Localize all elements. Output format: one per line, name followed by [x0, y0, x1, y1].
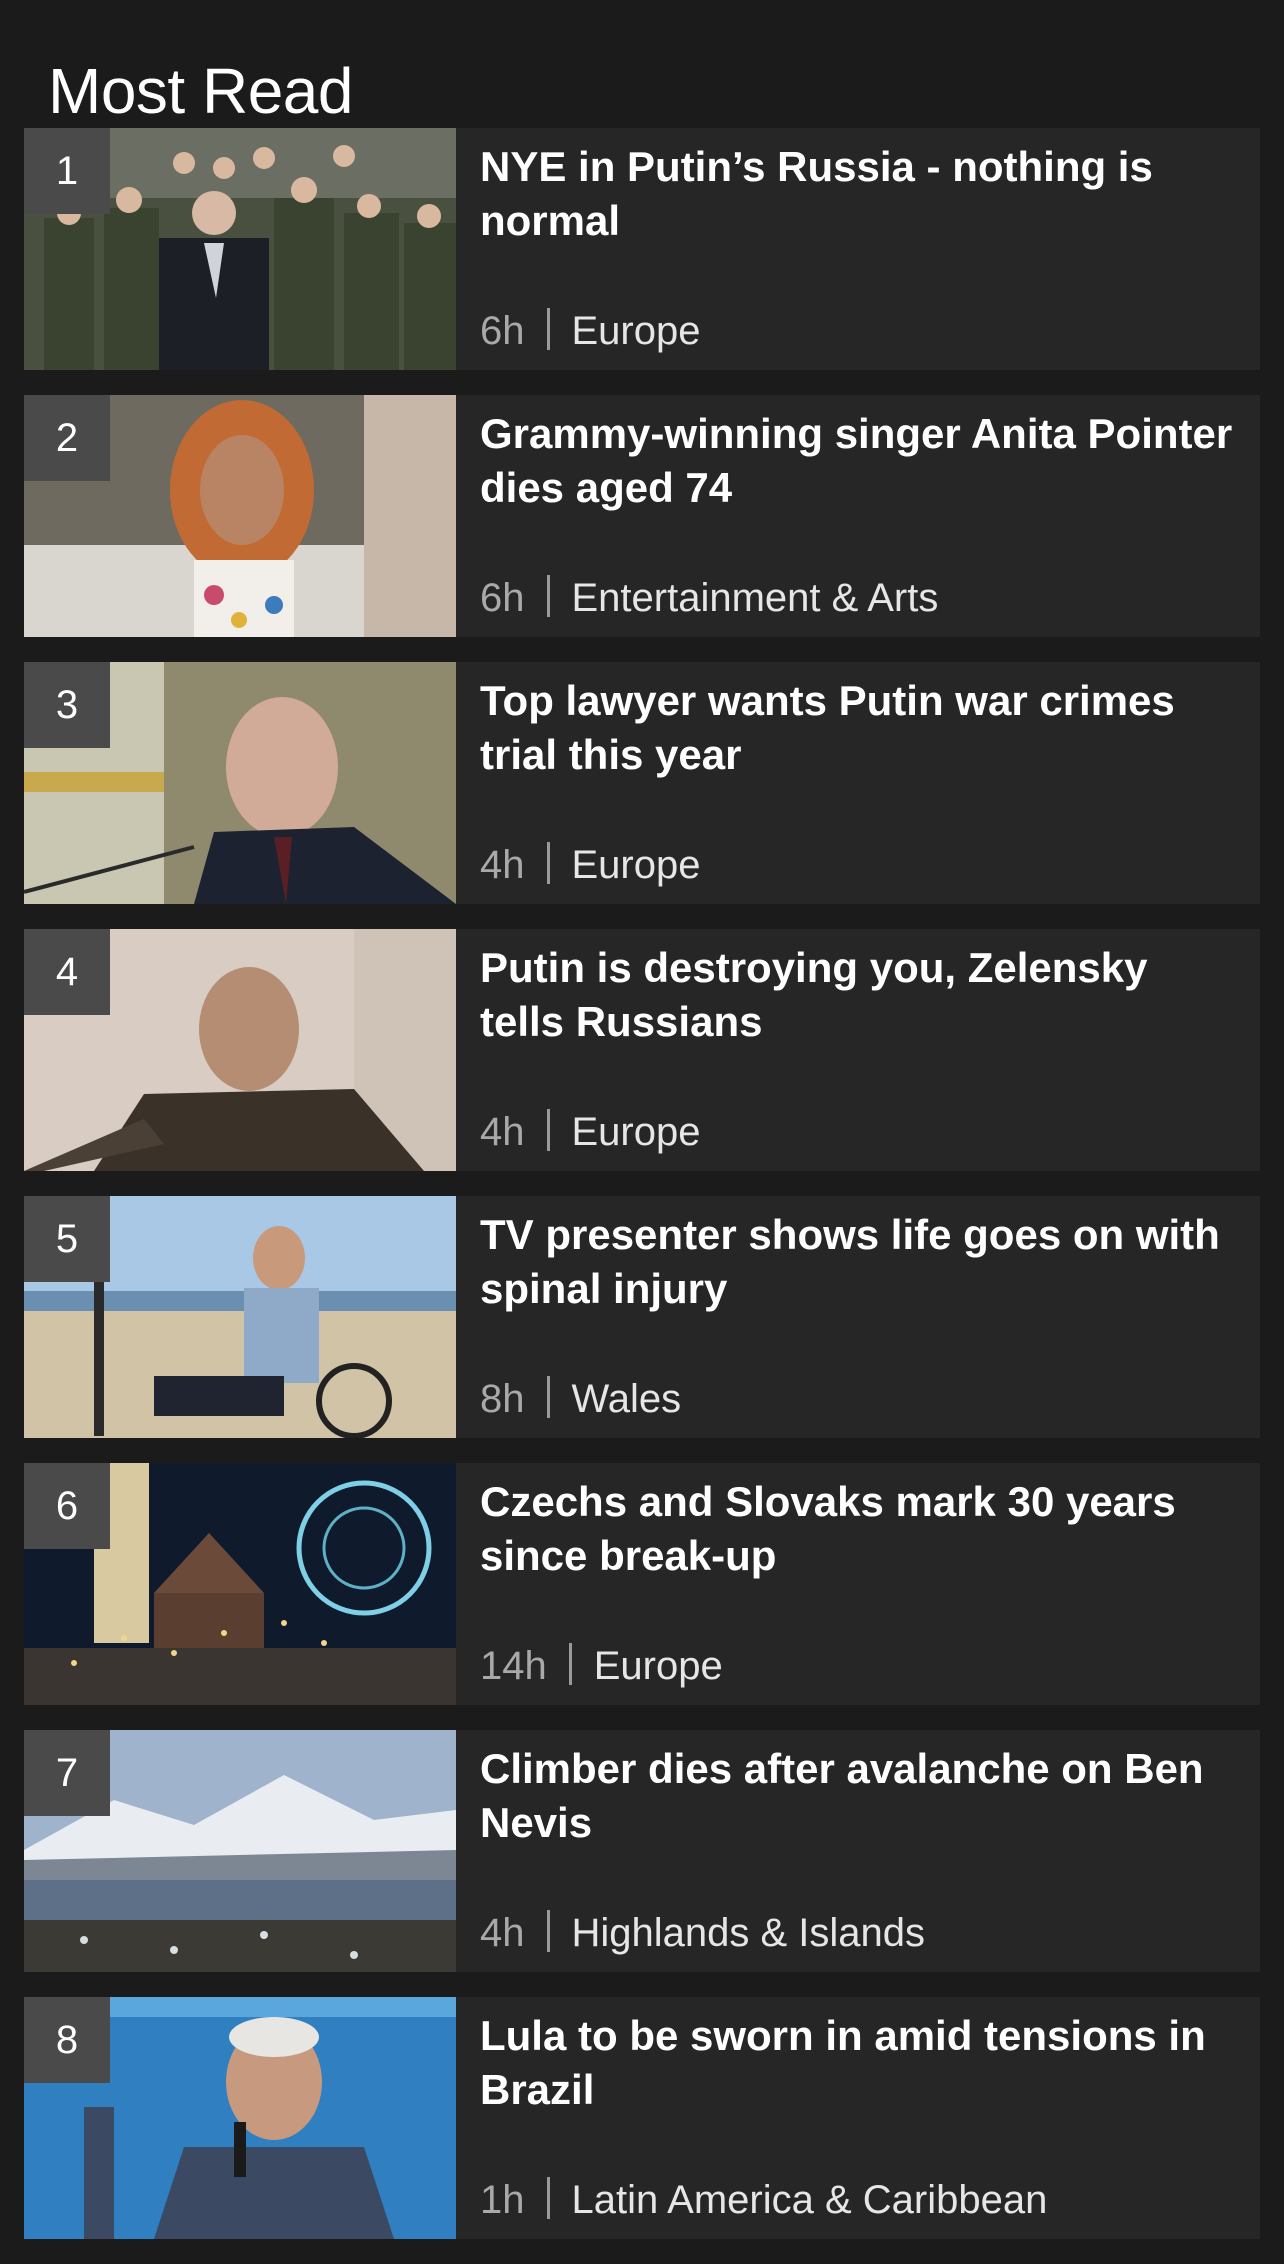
headline-container: Climber dies after avalanche on Ben Nevi…	[480, 1742, 1240, 1850]
timestamp: 14h	[480, 1644, 547, 1688]
timestamp: 1h	[480, 2178, 525, 2222]
timestamp: 4h	[480, 843, 525, 887]
rank-badge: 5	[24, 1196, 110, 1282]
rank-badge: 1	[24, 128, 110, 214]
item-meta: 4h Europe	[480, 1107, 700, 1157]
most-read-page: Most Read 1 NYE in Putin’s Russia - noth…	[0, 0, 1284, 2256]
timestamp: 6h	[480, 309, 525, 353]
item-meta: 14h Europe	[480, 1641, 723, 1691]
meta-divider	[546, 2177, 550, 2219]
list-item[interactable]: 8 Lula to be sworn in amid tensions in B…	[24, 1997, 1260, 2239]
headline[interactable]: Top lawyer wants Putin war crimes trial …	[480, 674, 1240, 782]
list-item[interactable]: 7 Climber dies after avalanche on Ben Ne…	[24, 1730, 1260, 1972]
headline-container: NYE in Putin’s Russia - nothing is norma…	[480, 140, 1240, 248]
headline[interactable]: TV presenter shows life goes on with spi…	[480, 1208, 1240, 1316]
section-link[interactable]: Wales	[572, 1377, 682, 1421]
meta-divider	[568, 1643, 572, 1685]
headline[interactable]: Climber dies after avalanche on Ben Nevi…	[480, 1742, 1240, 1850]
list-item[interactable]: 1 NYE in Putin’s Russia - nothing is nor…	[24, 128, 1260, 370]
rank-badge: 4	[24, 929, 110, 1015]
item-meta: 1h Latin America & Caribbean	[480, 2175, 1047, 2225]
headline-container: TV presenter shows life goes on with spi…	[480, 1208, 1240, 1316]
meta-divider	[546, 1376, 550, 1418]
headline[interactable]: Grammy-winning singer Anita Pointer dies…	[480, 407, 1240, 515]
most-read-heading: Most Read	[48, 54, 353, 127]
section-link[interactable]: Europe	[594, 1644, 723, 1688]
item-meta: 4h Europe	[480, 840, 700, 890]
section-link[interactable]: Entertainment & Arts	[572, 576, 939, 620]
headline-container: Putin is destroying you, Zelensky tells …	[480, 941, 1240, 1049]
rank-badge: 8	[24, 1997, 110, 2083]
section-link[interactable]: Latin America & Caribbean	[572, 2178, 1048, 2222]
list-item[interactable]: 6 Czechs and Slovaks mark 30 years since…	[24, 1463, 1260, 1705]
meta-divider	[546, 1910, 550, 1952]
section-link[interactable]: Highlands & Islands	[572, 1911, 926, 1955]
timestamp: 6h	[480, 576, 525, 620]
headline[interactable]: NYE in Putin’s Russia - nothing is norma…	[480, 140, 1240, 248]
list-item[interactable]: 5 TV presenter shows life goes on with s…	[24, 1196, 1260, 1438]
headline[interactable]: Czechs and Slovaks mark 30 years since b…	[480, 1475, 1240, 1583]
headline-container: Lula to be sworn in amid tensions in Bra…	[480, 2009, 1240, 2117]
rank-badge: 3	[24, 662, 110, 748]
timestamp: 4h	[480, 1911, 525, 1955]
meta-divider	[546, 842, 550, 884]
section-link[interactable]: Europe	[572, 843, 701, 887]
item-meta: 8h Wales	[480, 1374, 681, 1424]
timestamp: 8h	[480, 1377, 525, 1421]
section-link[interactable]: Europe	[572, 309, 701, 353]
headline-container: Czechs and Slovaks mark 30 years since b…	[480, 1475, 1240, 1583]
headline[interactable]: Putin is destroying you, Zelensky tells …	[480, 941, 1240, 1049]
meta-divider	[546, 308, 550, 350]
list-item[interactable]: 2 Grammy-winning singer Anita Pointer di…	[24, 395, 1260, 637]
item-meta: 6h Europe	[480, 306, 700, 356]
meta-divider	[546, 1109, 550, 1151]
rank-badge: 6	[24, 1463, 110, 1549]
list-item[interactable]: 4 Putin is destroying you, Zelensky tell…	[24, 929, 1260, 1171]
section-link[interactable]: Europe	[572, 1110, 701, 1154]
headline[interactable]: Lula to be sworn in amid tensions in Bra…	[480, 2009, 1240, 2117]
item-meta: 4h Highlands & Islands	[480, 1908, 925, 1958]
rank-badge: 2	[24, 395, 110, 481]
headline-container: Top lawyer wants Putin war crimes trial …	[480, 674, 1240, 782]
list-item[interactable]: 3 Top lawyer wants Putin war crimes tria…	[24, 662, 1260, 904]
item-meta: 6h Entertainment & Arts	[480, 573, 938, 623]
headline-container: Grammy-winning singer Anita Pointer dies…	[480, 407, 1240, 515]
most-read-list: 1 NYE in Putin’s Russia - nothing is nor…	[24, 128, 1260, 2264]
rank-badge: 7	[24, 1730, 110, 1816]
meta-divider	[546, 575, 550, 617]
timestamp: 4h	[480, 1110, 525, 1154]
